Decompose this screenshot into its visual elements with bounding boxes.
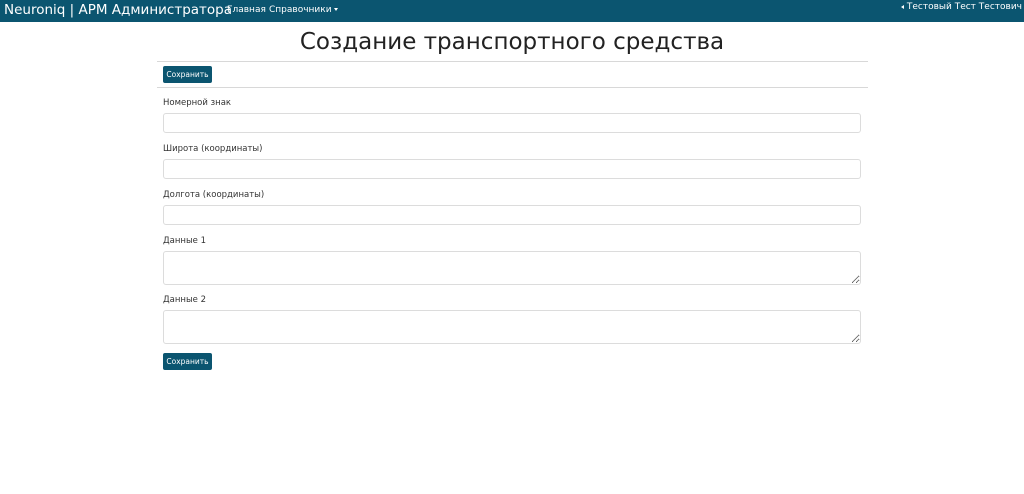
nav-home-link[interactable]: Главная xyxy=(227,0,266,22)
latitude-label: Широта (координаты) xyxy=(163,144,263,154)
data2-textarea[interactable] xyxy=(163,310,861,344)
top-navbar: Neuroniq | АРМ Администратора Главная Сп… xyxy=(0,0,1024,22)
data1-textarea[interactable] xyxy=(163,251,861,285)
nav-references-dropdown[interactable]: Справочники xyxy=(269,0,338,22)
brand-title[interactable]: Neuroniq | АРМ Администратора xyxy=(4,0,232,22)
divider-top xyxy=(157,61,868,62)
longitude-label: Долгота (координаты) xyxy=(163,190,265,200)
nav-references-label: Справочники xyxy=(269,5,332,15)
data2-label: Данные 2 xyxy=(163,295,207,305)
divider-bottom xyxy=(157,87,868,88)
plate-label: Номерной знак xyxy=(163,98,232,108)
user-name: Тестовый Тест Тестович xyxy=(906,2,1022,12)
save-button-bottom[interactable]: Сохранить xyxy=(163,353,212,370)
user-menu[interactable]: Тестовый Тест Тестович xyxy=(900,0,1022,16)
caret-left-icon xyxy=(900,4,904,9)
page-title: Создание транспортного средства xyxy=(299,29,725,55)
caret-down-icon xyxy=(333,8,338,11)
plate-input[interactable] xyxy=(163,113,861,133)
longitude-input[interactable] xyxy=(163,205,861,225)
data1-label: Данные 1 xyxy=(163,236,207,246)
save-button-top[interactable]: Сохранить xyxy=(163,66,212,83)
latitude-input[interactable] xyxy=(163,159,861,179)
